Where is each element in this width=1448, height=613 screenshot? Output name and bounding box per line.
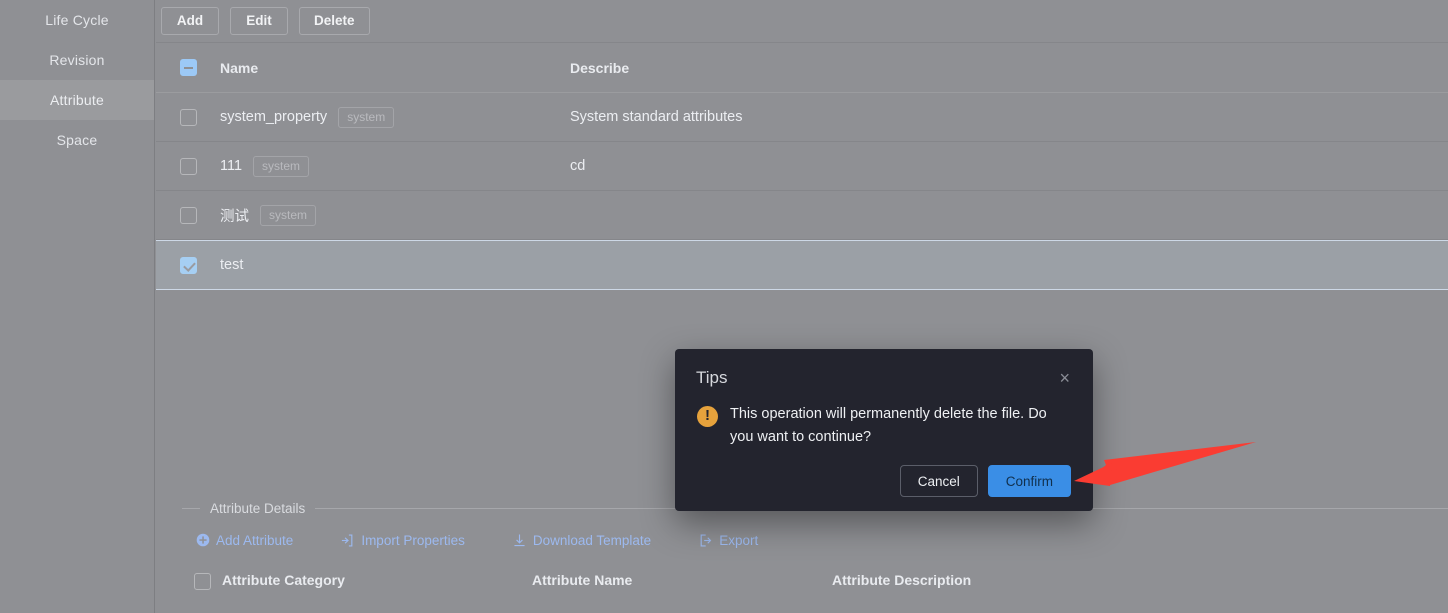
cancel-button[interactable]: Cancel <box>899 465 978 497</box>
close-icon[interactable]: × <box>1057 367 1072 389</box>
sidebar-item-life-cycle[interactable]: Life Cycle <box>0 0 154 40</box>
sidebar-item-space[interactable]: Space <box>0 120 154 160</box>
sidebar-item-label: Attribute <box>50 92 104 108</box>
add-button[interactable]: Add <box>161 7 219 35</box>
add-attribute-label: Add Attribute <box>216 532 294 548</box>
column-header-attribute-name-label: Attribute Name <box>532 572 633 588</box>
column-header-name: Name <box>220 59 259 76</box>
select-all-cell <box>156 59 220 76</box>
row-checkbox[interactable] <box>179 206 197 224</box>
row-name-cell: system_property system <box>220 106 570 128</box>
column-header-attribute-description-label: Attribute Description <box>832 572 972 588</box>
row-name-cell: test <box>220 257 570 273</box>
dialog-title: Tips <box>696 368 728 387</box>
table-row[interactable]: 111 system cd <box>156 142 1448 191</box>
export-link[interactable]: Export <box>698 533 758 548</box>
dialog-body: This operation will permanently delete t… <box>675 389 1093 449</box>
row-name: 测试 <box>220 208 249 225</box>
row-name: system_property <box>220 109 328 125</box>
import-properties-label: Import Properties <box>361 532 465 548</box>
main-content: Add Edit Delete Name Describe system_pro… <box>156 0 1448 613</box>
app-root: Life Cycle Revision Attribute Space Add … <box>0 0 1448 613</box>
dialog-footer: Cancel Confirm <box>899 465 1071 497</box>
edit-button[interactable]: Edit <box>230 7 288 35</box>
column-header-attribute-category-label: Attribute Category <box>222 572 345 588</box>
attribute-details-panel: Attribute Details Add Attribute Import P… <box>182 497 1448 601</box>
export-label: Export <box>719 532 759 548</box>
sidebar-item-label: Revision <box>49 52 105 68</box>
delete-button[interactable]: Delete <box>299 7 370 35</box>
row-name: 111 <box>220 158 243 174</box>
dialog-header: Tips × <box>675 349 1093 389</box>
import-properties-link[interactable]: Import Properties <box>340 533 465 548</box>
sidebar-item-attribute[interactable]: Attribute <box>0 80 154 120</box>
attribute-details-title: Attribute Details <box>210 500 306 516</box>
row-select-cell <box>156 157 220 175</box>
details-select-all-checkbox[interactable] <box>193 572 211 590</box>
add-attribute-link[interactable]: Add Attribute <box>196 533 293 548</box>
row-describe: cd <box>570 158 586 174</box>
toolbar: Add Edit Delete <box>156 0 1448 42</box>
row-select-cell <box>156 256 220 274</box>
column-header-describe: Describe <box>570 59 630 76</box>
row-name-cell: 测试 system <box>220 204 570 226</box>
row-select-cell <box>156 108 220 126</box>
row-describe: System standard attributes <box>570 109 743 125</box>
row-tag: system <box>338 106 395 128</box>
row-tag: system <box>253 155 310 177</box>
sidebar-item-label: Life Cycle <box>45 12 109 28</box>
table-row[interactable]: 测试 system <box>156 191 1448 240</box>
column-header-attribute-category: Attribute Category <box>222 572 532 590</box>
tips-dialog: Tips × This operation will permanently d… <box>675 349 1093 511</box>
details-select-all-cell <box>182 572 222 590</box>
warning-icon <box>697 405 718 427</box>
legend-dash <box>182 507 200 509</box>
dialog-message: This operation will permanently delete t… <box>730 406 1047 445</box>
export-icon <box>698 533 713 548</box>
sidebar-item-revision[interactable]: Revision <box>0 40 154 80</box>
row-checkbox[interactable] <box>179 108 197 126</box>
attribute-action-links: Add Attribute Import Properties Download… <box>182 519 1448 561</box>
select-all-checkbox[interactable] <box>179 59 197 76</box>
column-header-attribute-name: Attribute Name <box>532 572 832 590</box>
download-template-link[interactable]: Download Template <box>512 533 651 548</box>
row-select-cell <box>156 206 220 224</box>
column-header-attribute-description: Attribute Description <box>832 572 1448 590</box>
table-row[interactable]: system_property system System standard a… <box>156 93 1448 142</box>
table-header-row: Name Describe <box>156 42 1448 93</box>
attribute-details-header-row: Attribute Category Attribute Name Attrib… <box>182 561 1448 601</box>
sidebar: Life Cycle Revision Attribute Space <box>0 0 155 613</box>
row-name-cell: 111 system <box>220 155 570 177</box>
plus-circle-icon <box>196 533 210 547</box>
attribute-table: Name Describe system_property system Sys… <box>156 42 1448 290</box>
download-icon <box>512 533 527 548</box>
row-checkbox[interactable] <box>179 157 197 175</box>
row-checkbox[interactable] <box>179 256 197 274</box>
download-template-label: Download Template <box>532 532 652 548</box>
sidebar-item-label: Space <box>56 132 98 148</box>
row-name: test <box>220 257 244 273</box>
confirm-button[interactable]: Confirm <box>987 465 1071 497</box>
import-icon <box>340 533 355 548</box>
row-tag: system <box>260 204 317 226</box>
table-row[interactable]: test <box>156 240 1448 290</box>
